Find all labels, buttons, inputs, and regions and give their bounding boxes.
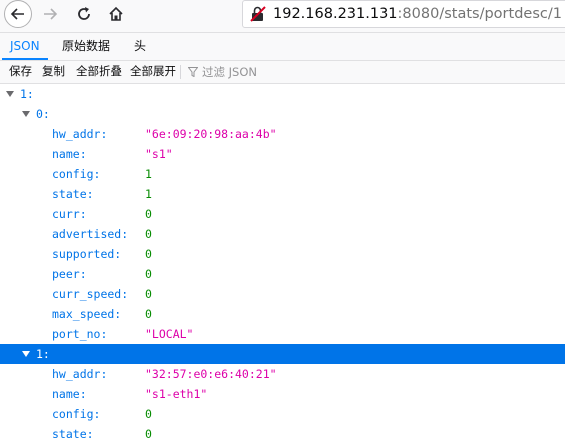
tree-value: 0: [145, 287, 152, 301]
tree-key: state:: [52, 427, 94, 441]
expand-toggle-icon: [22, 111, 30, 117]
tab-raw-data[interactable]: 原始数据: [54, 33, 118, 60]
tree-key: advertised:: [52, 227, 129, 241]
tree-key: config:: [52, 167, 101, 181]
tree-row-root[interactable]: 1:: [0, 84, 565, 104]
reload-button[interactable]: [70, 0, 98, 28]
insecure-lock-icon: [250, 6, 266, 22]
table-row[interactable]: advertised: 0: [0, 224, 565, 244]
tree-key: config:: [52, 407, 101, 421]
tree-key: port_no:: [52, 327, 108, 341]
json-toolbar: 保存 复制 全部折叠 全部展开 过滤 JSON: [0, 61, 565, 84]
table-row[interactable]: hw_addr: "32:57:e0:e6:40:21": [0, 364, 565, 384]
table-row[interactable]: supported: 0: [0, 244, 565, 264]
back-button[interactable]: [4, 0, 32, 28]
tree-value: "6e:09:20:98:aa:4b": [145, 127, 277, 141]
tree-key: 1:: [36, 347, 50, 361]
table-row[interactable]: max_speed: 0: [0, 304, 565, 324]
tree-key: curr_speed:: [52, 287, 129, 301]
copy-button[interactable]: 复制: [42, 61, 65, 83]
expand-toggle-icon: [6, 91, 14, 97]
tree-key: hw_addr:: [52, 367, 108, 381]
tree-key: name:: [52, 147, 87, 161]
tree-value: "32:57:e0:e6:40:21": [145, 367, 277, 381]
toolbar-divider: [180, 65, 181, 79]
filter-icon: [188, 67, 198, 77]
tree-key: curr:: [52, 207, 87, 221]
tree-key: name:: [52, 387, 87, 401]
arrow-right-icon: [44, 8, 58, 20]
tree-value: "s1-eth1": [145, 387, 208, 401]
url-path: :8080/stats/portdesc/1: [397, 6, 562, 22]
tree-key: max_speed:: [52, 307, 122, 321]
save-button[interactable]: 保存: [9, 61, 32, 83]
tree-value: 0: [145, 407, 152, 421]
table-row[interactable]: curr_speed: 0: [0, 284, 565, 304]
tree-key: supported:: [52, 247, 122, 261]
tree-row-item-1[interactable]: 1:: [0, 344, 565, 364]
tree-key: 0:: [36, 107, 50, 121]
table-row[interactable]: hw_addr: "6e:09:20:98:aa:4b": [0, 124, 565, 144]
tree-row-item-0[interactable]: 0:: [0, 104, 565, 124]
home-icon: [109, 6, 123, 21]
table-row[interactable]: config: 1: [0, 164, 565, 184]
tree-value: 0: [145, 307, 152, 321]
expand-all-button[interactable]: 全部展开: [130, 61, 176, 83]
tree-value: 0: [145, 207, 152, 221]
filter-json-input[interactable]: 过滤 JSON: [188, 61, 257, 83]
json-viewer-tabs: JSON 原始数据 头: [0, 33, 565, 61]
expand-toggle-icon: [22, 351, 30, 357]
tree-key: peer:: [52, 267, 87, 281]
filter-placeholder: 过滤 JSON: [202, 64, 258, 79]
table-row[interactable]: config: 0: [0, 404, 565, 424]
tab-headers[interactable]: 头: [126, 33, 154, 60]
reload-icon: [78, 7, 90, 20]
table-row[interactable]: name: "s1-eth1": [0, 384, 565, 404]
tree-key: hw_addr:: [52, 127, 108, 141]
url-host: 192.168.231.131: [273, 6, 398, 22]
browser-toolbar: 192.168.231.131:8080/stats/portdesc/1: [0, 0, 565, 33]
forward-button[interactable]: [36, 0, 64, 28]
tree-value: 1: [145, 167, 152, 181]
table-row[interactable]: port_no: "LOCAL": [0, 324, 565, 344]
table-row[interactable]: peer: 0: [0, 264, 565, 284]
tree-value: "LOCAL": [145, 327, 194, 341]
table-row[interactable]: name: "s1": [0, 144, 565, 164]
tree-value: 0: [145, 247, 152, 261]
table-row[interactable]: state: 0: [0, 424, 565, 444]
table-row[interactable]: curr: 0: [0, 204, 565, 224]
tab-json[interactable]: JSON: [2, 33, 48, 60]
tree-value: "s1": [145, 147, 173, 161]
tree-key: state:: [52, 187, 94, 201]
table-row[interactable]: state: 1: [0, 184, 565, 204]
tree-value: 0: [145, 427, 152, 441]
tree-value: 0: [145, 267, 152, 281]
url-bar[interactable]: 192.168.231.131:8080/stats/portdesc/1: [242, 0, 565, 28]
collapse-all-button[interactable]: 全部折叠: [76, 61, 122, 83]
tree-value: 1: [145, 187, 152, 201]
home-button[interactable]: [102, 0, 130, 28]
tree-key: 1:: [20, 87, 34, 101]
arrow-left-icon: [10, 8, 24, 20]
tree-value: 0: [145, 227, 152, 241]
